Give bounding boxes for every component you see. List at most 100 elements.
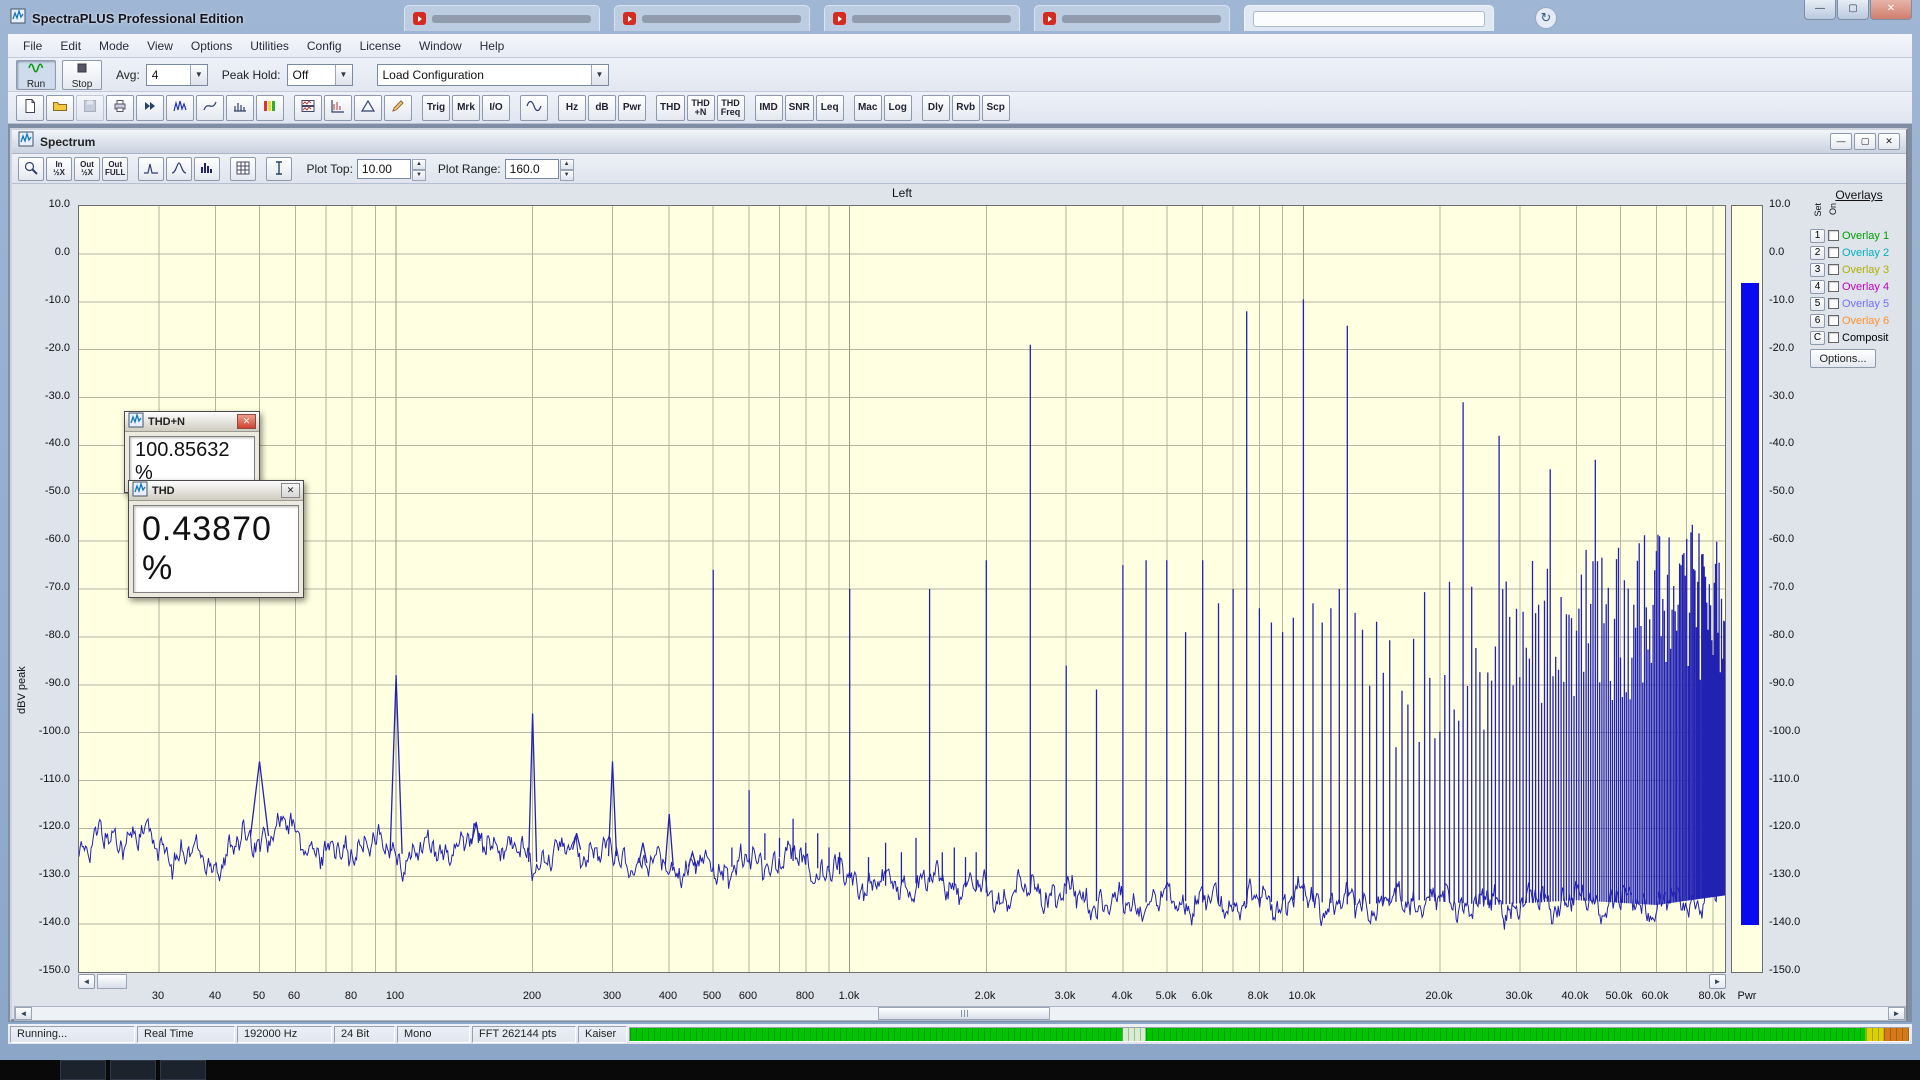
taskbar-tile[interactable]	[60, 1060, 106, 1080]
taskbar[interactable]	[0, 1060, 1920, 1080]
new-file-button[interactable]	[16, 95, 44, 121]
run-button[interactable]: Run	[16, 60, 56, 90]
dual-display-button[interactable]	[294, 95, 322, 121]
spectrogram-view-button[interactable]	[256, 95, 284, 121]
overlay-on-checkbox-1[interactable]	[1828, 230, 1839, 241]
hz-button[interactable]: Hz	[558, 95, 586, 121]
thd-close-button[interactable]: ✕	[281, 483, 300, 498]
open-file-button[interactable]	[46, 95, 74, 121]
thd-button[interactable]: THD	[656, 95, 685, 121]
spin-down-icon[interactable]: ▼	[412, 170, 426, 181]
log-button[interactable]: Log	[884, 95, 912, 121]
zoom-out-half-button[interactable]: Out ½X	[74, 157, 100, 181]
thd-titlebar[interactable]: THD ✕	[129, 481, 303, 501]
peak-display-button[interactable]	[138, 157, 164, 181]
spectrum-plot[interactable]	[78, 205, 1726, 973]
overlays-options-button[interactable]: Options...	[1810, 349, 1876, 368]
stop-button[interactable]: Stop	[62, 60, 102, 90]
spectrum-hscrollbar[interactable]: ◄ ►	[14, 1006, 1906, 1021]
delay-button[interactable]: Dly	[922, 95, 950, 121]
tab-search-box[interactable]	[1253, 11, 1485, 27]
pwr-button[interactable]: Pwr	[618, 95, 646, 121]
close-button[interactable]: ✕	[1870, 0, 1912, 20]
scaling-button[interactable]	[324, 95, 352, 121]
zoom-in-half-button[interactable]: In ½X	[46, 157, 72, 181]
print-button[interactable]	[106, 95, 134, 121]
scope-button[interactable]: Scp	[982, 95, 1010, 121]
generator-button[interactable]	[520, 95, 548, 121]
plot-scroll-left-button[interactable]: ◄	[78, 974, 95, 989]
browser-tab[interactable]	[404, 5, 600, 31]
hscroll-track[interactable]	[32, 1007, 1888, 1020]
menu-item-license[interactable]: License	[351, 35, 410, 57]
spectrum-plot-svg[interactable]	[79, 206, 1725, 972]
avg-dropdown[interactable]: 4 ▼	[146, 64, 208, 86]
menu-item-config[interactable]: Config	[298, 35, 351, 57]
hscroll-thumb[interactable]	[878, 1007, 1050, 1020]
menu-item-help[interactable]: Help	[471, 35, 514, 57]
spectrum-view-button[interactable]	[166, 95, 194, 121]
db-button[interactable]: dB	[588, 95, 616, 121]
taskbar-tile[interactable]	[160, 1060, 206, 1080]
chevron-down-icon[interactable]: ▼	[335, 65, 352, 85]
thd-n-titlebar[interactable]: THD+N ✕	[125, 412, 259, 432]
delta-button[interactable]	[354, 95, 382, 121]
phase-view-button[interactable]	[196, 95, 224, 121]
snr-button[interactable]: SNR	[785, 95, 814, 121]
load-configuration-dropdown[interactable]: Load Configuration ▼	[377, 64, 609, 86]
chevron-down-icon[interactable]: ▼	[591, 65, 608, 85]
plot-top-spinner[interactable]: ▲▼	[412, 159, 426, 179]
child-maximize-button[interactable]: ▢	[1854, 133, 1876, 150]
spectrum-window-titlebar[interactable]: Spectrum — ▢ ✕	[12, 130, 1906, 154]
child-minimize-button[interactable]: —	[1830, 133, 1852, 150]
plot-range-input[interactable]	[505, 159, 559, 179]
peak-hold-dropdown[interactable]: Off ▼	[287, 64, 353, 86]
menu-item-file[interactable]: File	[14, 35, 51, 57]
line-display-button[interactable]	[166, 157, 192, 181]
minimize-button[interactable]: —	[1804, 0, 1836, 20]
thd-freq-button[interactable]: THD Freq	[717, 95, 745, 121]
hscroll-right-button[interactable]: ►	[1888, 1007, 1905, 1020]
reverb-button[interactable]: Rvb	[952, 95, 980, 121]
surface-view-button[interactable]	[226, 95, 254, 121]
plot-scroll-right-button[interactable]: ►	[1709, 974, 1726, 989]
bar-display-button[interactable]	[194, 157, 220, 181]
taskbar-tile[interactable]	[110, 1060, 156, 1080]
browser-tab[interactable]	[1244, 5, 1494, 31]
hscroll-left-button[interactable]: ◄	[15, 1007, 32, 1020]
plot-scroll-thumb[interactable]	[97, 974, 127, 989]
spin-down-icon[interactable]: ▼	[560, 170, 574, 181]
marker-tool-button[interactable]	[266, 157, 292, 181]
thd-n-button[interactable]: THD +N	[687, 95, 715, 121]
fast-forward-button[interactable]	[136, 95, 164, 121]
leq-button[interactable]: Leq	[816, 95, 844, 121]
zoom-tool-button[interactable]	[18, 157, 44, 181]
spin-up-icon[interactable]: ▲	[560, 159, 574, 170]
overlay-on-checkbox-4[interactable]	[1828, 281, 1839, 292]
menu-item-utilities[interactable]: Utilities	[241, 35, 298, 57]
plot-range-spinner[interactable]: ▲▼	[560, 159, 574, 179]
grid-toggle-button[interactable]	[230, 157, 256, 181]
overlay-on-checkbox-5[interactable]	[1828, 298, 1839, 309]
plot-top-input[interactable]	[357, 159, 411, 179]
overlay-on-checkbox-6[interactable]	[1828, 315, 1839, 326]
maximize-button[interactable]: ▢	[1837, 0, 1869, 20]
edit-button[interactable]	[384, 95, 412, 121]
overlay-set-button-1[interactable]: 1	[1810, 229, 1825, 243]
spin-up-icon[interactable]: ▲	[412, 159, 426, 170]
marker-button[interactable]: Mrk	[452, 95, 480, 121]
io-button[interactable]: I/O	[482, 95, 510, 121]
overlay-set-button-4[interactable]: 4	[1810, 280, 1825, 294]
trigger-button[interactable]: Trig	[422, 95, 450, 121]
menu-item-view[interactable]: View	[138, 35, 182, 57]
thd-window[interactable]: THD ✕ 0.43870 %	[128, 480, 304, 598]
browser-tab[interactable]	[1034, 5, 1230, 31]
overlay-on-checkbox-C[interactable]	[1828, 332, 1839, 343]
menu-item-edit[interactable]: Edit	[51, 35, 90, 57]
overlay-on-checkbox-3[interactable]	[1828, 264, 1839, 275]
macro-button[interactable]: Mac	[854, 95, 882, 121]
menu-item-options[interactable]: Options	[182, 35, 241, 57]
imd-button[interactable]: IMD	[755, 95, 783, 121]
overlay-set-button-3[interactable]: 3	[1810, 263, 1825, 277]
child-close-button[interactable]: ✕	[1878, 133, 1900, 150]
